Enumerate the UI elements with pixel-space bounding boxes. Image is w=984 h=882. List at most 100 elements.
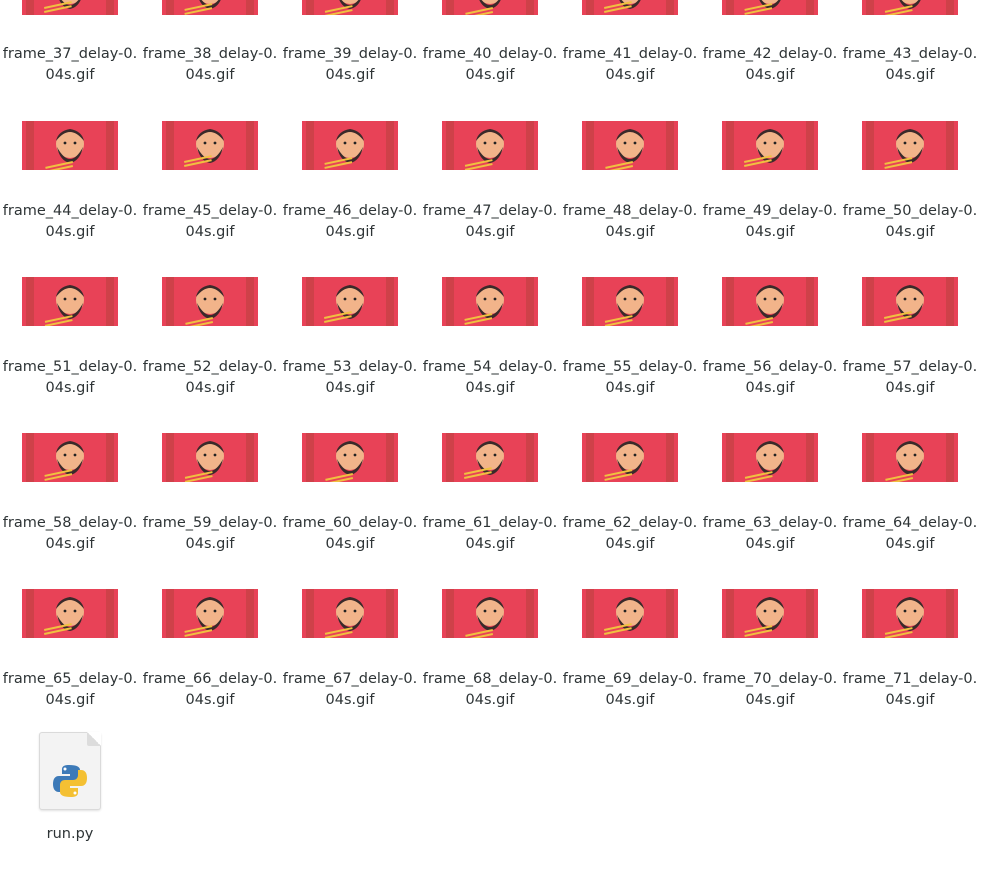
file-name-label: frame_46_delay-0.04s.gif [282, 203, 418, 240]
file-item-image[interactable]: frame_49_delay-0.04s.gif [700, 121, 840, 271]
gif-thumbnail [162, 121, 258, 170]
file-name-label: frame_54_delay-0.04s.gif [422, 359, 558, 396]
gif-thumbnail [302, 589, 398, 638]
file-name-label: frame_65_delay-0.04s.gif [2, 671, 138, 708]
file-name-label: frame_41_delay-0.04s.gif [562, 46, 698, 83]
file-item-image[interactable]: frame_51_delay-0.04s.gif [0, 277, 140, 427]
file-grid: frame_37_delay-0.04s.gif frame_38_delay-0… [0, 0, 984, 850]
gif-thumbnail [302, 0, 398, 15]
gif-thumbnail [162, 0, 258, 15]
gif-thumbnail [442, 121, 538, 170]
gif-thumbnail [582, 589, 678, 638]
file-item-image[interactable]: frame_66_delay-0.04s.gif [140, 589, 280, 739]
file-item-script[interactable]: run.py [0, 732, 140, 882]
gif-thumbnail [302, 121, 398, 170]
gif-thumbnail [862, 433, 958, 482]
file-name-label: frame_69_delay-0.04s.gif [562, 671, 698, 708]
file-name-label: frame_57_delay-0.04s.gif [842, 359, 978, 396]
file-item-image[interactable]: frame_58_delay-0.04s.gif [0, 433, 140, 583]
gif-thumbnail [862, 589, 958, 638]
file-item-image[interactable]: frame_69_delay-0.04s.gif [560, 589, 700, 739]
file-item-image[interactable]: frame_54_delay-0.04s.gif [420, 277, 560, 427]
file-item-image[interactable]: frame_55_delay-0.04s.gif [560, 277, 700, 427]
file-item-image[interactable]: frame_64_delay-0.04s.gif [840, 433, 980, 583]
gif-thumbnail [22, 589, 118, 638]
file-name-label: frame_49_delay-0.04s.gif [702, 203, 838, 240]
file-name-label: frame_43_delay-0.04s.gif [842, 46, 978, 83]
file-item-image[interactable]: frame_52_delay-0.04s.gif [140, 277, 280, 427]
gif-thumbnail [22, 277, 118, 326]
file-item-image[interactable]: frame_65_delay-0.04s.gif [0, 589, 140, 739]
file-name-label: frame_38_delay-0.04s.gif [142, 46, 278, 83]
file-name-label: frame_42_delay-0.04s.gif [702, 46, 838, 83]
file-name-label: frame_67_delay-0.04s.gif [282, 671, 418, 708]
gif-thumbnail [442, 433, 538, 482]
file-name-label: frame_52_delay-0.04s.gif [142, 359, 278, 396]
file-name-label: frame_55_delay-0.04s.gif [562, 359, 698, 396]
file-item-image[interactable]: frame_47_delay-0.04s.gif [420, 121, 560, 271]
gif-thumbnail [722, 0, 818, 15]
file-name-label: frame_71_delay-0.04s.gif [842, 671, 978, 708]
gif-thumbnail [162, 589, 258, 638]
gif-thumbnail [22, 433, 118, 482]
gif-thumbnail [722, 121, 818, 170]
gif-thumbnail [302, 433, 398, 482]
gif-thumbnail [862, 121, 958, 170]
gif-thumbnail [162, 433, 258, 482]
gif-thumbnail [22, 0, 118, 15]
file-name-label: frame_44_delay-0.04s.gif [2, 203, 138, 240]
file-item-image[interactable]: frame_50_delay-0.04s.gif [840, 121, 980, 271]
gif-thumbnail [862, 0, 958, 15]
file-item-image[interactable]: frame_44_delay-0.04s.gif [0, 121, 140, 271]
gif-thumbnail [582, 277, 678, 326]
file-name-label: frame_59_delay-0.04s.gif [142, 515, 278, 552]
file-name-label: frame_63_delay-0.04s.gif [702, 515, 838, 552]
file-name-label: frame_40_delay-0.04s.gif [422, 46, 558, 83]
file-name-label: frame_50_delay-0.04s.gif [842, 203, 978, 240]
file-item-image[interactable]: frame_63_delay-0.04s.gif [700, 433, 840, 583]
gif-thumbnail [442, 589, 538, 638]
file-item-image[interactable]: frame_70_delay-0.04s.gif [700, 589, 840, 739]
file-name-label: run.py [46, 826, 94, 842]
gif-thumbnail [582, 121, 678, 170]
file-item-image[interactable]: frame_61_delay-0.04s.gif [420, 433, 560, 583]
python-file-icon [39, 732, 101, 810]
file-name-label: frame_68_delay-0.04s.gif [422, 671, 558, 708]
file-item-image[interactable]: frame_67_delay-0.04s.gif [280, 589, 420, 739]
file-name-label: frame_56_delay-0.04s.gif [702, 359, 838, 396]
file-item-image[interactable]: frame_62_delay-0.04s.gif [560, 433, 700, 583]
file-name-label: frame_61_delay-0.04s.gif [422, 515, 558, 552]
file-item-image[interactable]: frame_60_delay-0.04s.gif [280, 433, 420, 583]
file-item-image[interactable]: frame_71_delay-0.04s.gif [840, 589, 980, 739]
file-name-label: frame_70_delay-0.04s.gif [702, 671, 838, 708]
gif-thumbnail [442, 277, 538, 326]
file-item-image[interactable]: frame_56_delay-0.04s.gif [700, 277, 840, 427]
file-item-image[interactable]: frame_59_delay-0.04s.gif [140, 433, 280, 583]
file-name-label: frame_62_delay-0.04s.gif [562, 515, 698, 552]
gif-thumbnail [302, 277, 398, 326]
file-item-image[interactable]: frame_48_delay-0.04s.gif [560, 121, 700, 271]
gif-thumbnail [722, 433, 818, 482]
file-name-label: frame_47_delay-0.04s.gif [422, 203, 558, 240]
file-item-image[interactable]: frame_46_delay-0.04s.gif [280, 121, 420, 271]
file-name-label: frame_48_delay-0.04s.gif [562, 203, 698, 240]
file-name-label: frame_66_delay-0.04s.gif [142, 671, 278, 708]
file-item-image[interactable]: frame_45_delay-0.04s.gif [140, 121, 280, 271]
file-item-image[interactable]: frame_68_delay-0.04s.gif [420, 589, 560, 739]
file-name-label: frame_45_delay-0.04s.gif [142, 203, 278, 240]
file-item-image[interactable]: frame_53_delay-0.04s.gif [280, 277, 420, 427]
file-name-label: frame_53_delay-0.04s.gif [282, 359, 418, 396]
file-name-label: frame_58_delay-0.04s.gif [2, 515, 138, 552]
file-name-label: frame_64_delay-0.04s.gif [842, 515, 978, 552]
gif-thumbnail [162, 277, 258, 326]
gif-thumbnail [862, 277, 958, 326]
gif-thumbnail [22, 121, 118, 170]
file-name-label: frame_51_delay-0.04s.gif [2, 359, 138, 396]
gif-thumbnail [722, 589, 818, 638]
gif-thumbnail [722, 277, 818, 326]
gif-thumbnail [582, 0, 678, 15]
file-name-label: frame_39_delay-0.04s.gif [282, 46, 418, 83]
file-name-label: frame_37_delay-0.04s.gif [2, 46, 138, 83]
file-item-image[interactable]: frame_57_delay-0.04s.gif [840, 277, 980, 427]
file-name-label: frame_60_delay-0.04s.gif [282, 515, 418, 552]
